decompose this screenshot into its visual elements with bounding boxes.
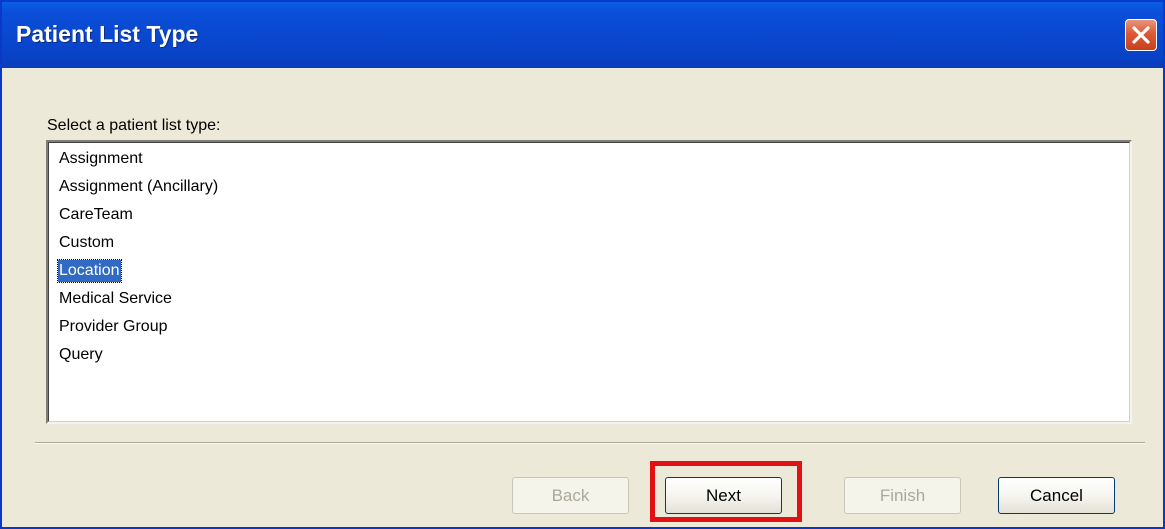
listbox-frame: Assignment Assignment (Ancillary) CareTe… — [48, 142, 1130, 422]
close-icon — [1132, 26, 1150, 44]
patient-list-type-listbox[interactable]: Assignment Assignment (Ancillary) CareTe… — [46, 140, 1132, 424]
list-item-medical-service[interactable]: Medical Service — [58, 288, 173, 310]
next-button[interactable]: Next — [665, 477, 782, 514]
list-item-assignment[interactable]: Assignment — [58, 148, 144, 170]
list-type-prompt: Select a patient list type: — [47, 117, 221, 134]
window-title: Patient List Type — [16, 21, 199, 47]
close-button[interactable] — [1125, 19, 1157, 51]
list-item-custom[interactable]: Custom — [58, 232, 115, 254]
list-item-provider-group[interactable]: Provider Group — [58, 316, 169, 338]
dialog-window: Patient List Type Select a patient list … — [0, 0, 1165, 529]
list-item-location[interactable]: Location — [57, 259, 122, 283]
title-bar[interactable]: Patient List Type — [2, 2, 1163, 68]
list-item-assignment-ancillary[interactable]: Assignment (Ancillary) — [58, 176, 219, 198]
finish-button[interactable]: Finish — [844, 477, 961, 514]
button-separator — [35, 442, 1145, 444]
list-item-careteam[interactable]: CareTeam — [58, 204, 134, 226]
cancel-button[interactable]: Cancel — [998, 477, 1115, 514]
back-button[interactable]: Back — [512, 477, 629, 514]
list-item-query[interactable]: Query — [58, 344, 104, 366]
